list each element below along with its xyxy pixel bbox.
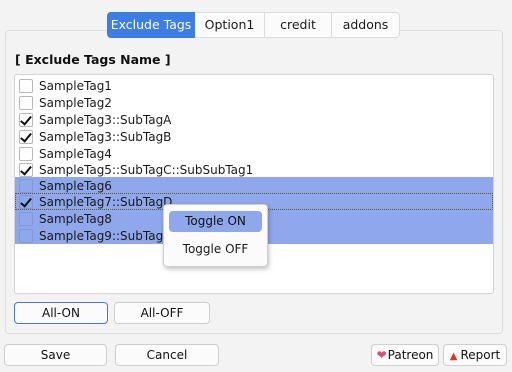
tag-label: SampleTag7::SubTagD	[39, 194, 173, 209]
context-menu: Toggle ON Toggle OFF	[163, 204, 268, 267]
section-title: [ Exclude Tags Name ]	[15, 52, 171, 67]
tab-credit[interactable]: credit	[265, 12, 332, 38]
tag-checkbox[interactable]	[19, 78, 33, 93]
tag-label: SampleTag6	[39, 178, 112, 193]
tag-label: SampleTag3::SubTagB	[39, 129, 172, 144]
tag-row-4[interactable]: SampleTag3::SubTagB	[15, 128, 493, 145]
tag-row-3[interactable]: SampleTag3::SubTagA	[15, 111, 493, 128]
tag-row-1[interactable]: SampleTag1	[15, 77, 493, 94]
tab-bar: Exclude Tags Option1 credit addons	[107, 12, 400, 38]
tag-row-7[interactable]: SampleTag6	[15, 177, 493, 194]
save-button[interactable]: Save	[4, 344, 107, 366]
tag-checkbox[interactable]	[19, 228, 33, 243]
tag-row-5[interactable]: SampleTag4	[15, 145, 493, 162]
tag-label: SampleTag5::SubTagC::SubSubTag1	[39, 162, 254, 177]
tab-addons[interactable]: addons	[332, 12, 400, 38]
all-off-button[interactable]: All-OFF	[114, 302, 210, 324]
tag-label: SampleTag8	[39, 211, 112, 226]
menu-item-toggle-on[interactable]: Toggle ON	[169, 211, 262, 232]
patreon-button[interactable]: ❤Patreon	[371, 344, 439, 366]
tag-checkbox[interactable]	[19, 194, 33, 209]
tab-option1[interactable]: Option1	[195, 12, 265, 38]
heart-icon: ❤	[376, 348, 387, 362]
tag-label: SampleTag9::SubTagE	[39, 228, 171, 243]
patreon-label: Patreon	[387, 348, 434, 362]
tag-checkbox[interactable]	[19, 129, 33, 144]
tag-checkbox[interactable]	[19, 146, 33, 161]
tag-checkbox[interactable]	[19, 162, 33, 177]
siren-icon: ▲	[449, 351, 458, 362]
tag-checkbox[interactable]	[19, 211, 33, 226]
tag-checkbox[interactable]	[19, 95, 33, 110]
report-label: Report	[460, 348, 501, 362]
tag-label: SampleTag1	[39, 78, 112, 93]
tab-exclude-tags[interactable]: Exclude Tags	[107, 12, 195, 38]
tag-label: SampleTag3::SubTagA	[39, 112, 172, 127]
tag-row-2[interactable]: SampleTag2	[15, 94, 493, 111]
tag-label: SampleTag4	[39, 146, 112, 161]
report-button[interactable]: ▲ Report	[443, 344, 507, 366]
cancel-button[interactable]: Cancel	[115, 344, 219, 366]
tag-checkbox[interactable]	[19, 112, 33, 127]
tag-label: SampleTag2	[39, 95, 112, 110]
menu-item-toggle-off[interactable]: Toggle OFF	[169, 239, 262, 260]
tag-row-6[interactable]: SampleTag5::SubTagC::SubSubTag1	[15, 161, 493, 178]
tag-checkbox[interactable]	[19, 178, 33, 193]
all-on-button[interactable]: All-ON	[14, 302, 108, 324]
